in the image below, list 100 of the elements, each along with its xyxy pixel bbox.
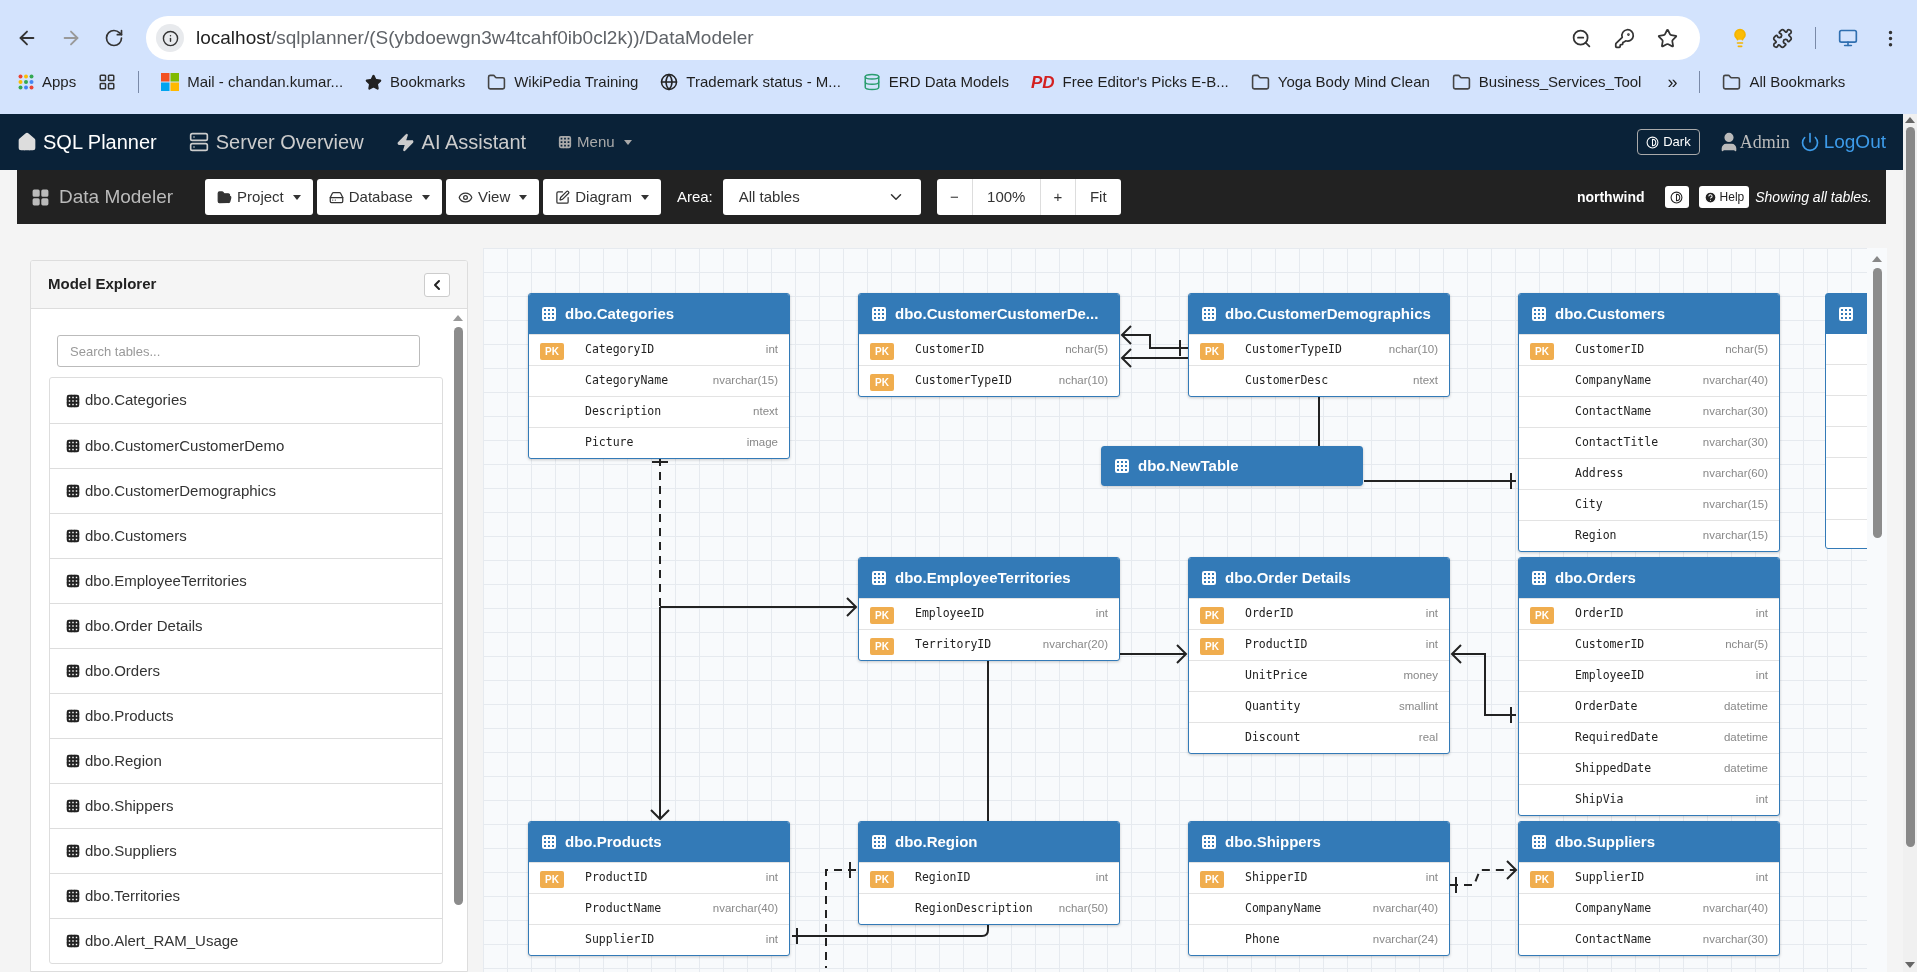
table-list-item[interactable]: dbo.Products	[50, 693, 442, 738]
bookmark[interactable]: Apps	[18, 70, 77, 94]
scroll-up-icon[interactable]	[1905, 117, 1915, 123]
table-card[interactable]: dbo.NewTable	[1101, 446, 1363, 486]
zoom-icon[interactable]	[1571, 27, 1592, 49]
reload-icon[interactable]	[104, 28, 124, 48]
table-card[interactable]: dbo.CustomerCustomerDe... PK CustomerID nchar(5) PK CustomerTypeID nchar(10)	[858, 293, 1120, 397]
bookmark[interactable]: Yoga Body Mind Clean	[1250, 70, 1430, 94]
zoom-in-button[interactable]: +	[1039, 179, 1076, 215]
toolbar-menu-button[interactable]: Project	[205, 179, 313, 215]
bookmark[interactable]: Mail - chandan.kumar...	[161, 70, 344, 94]
bookmark[interactable]: WikiPedia Training	[487, 70, 639, 94]
all-bookmarks[interactable]: All Bookmarks	[1722, 70, 1846, 94]
nav-link[interactable]: Server Overview	[188, 127, 364, 157]
column-name: CustomerID	[1575, 636, 1645, 654]
primary-key-badge: PK	[1200, 343, 1224, 360]
table-card[interactable]: dbo.Shippers PK ShipperID int CompanyName nvarchar(40) Phone nvarchar(24)	[1188, 821, 1450, 956]
bookmark[interactable]: ERD Data Models	[862, 70, 1009, 94]
column-type: int	[1755, 606, 1768, 622]
extensions-icon[interactable]	[1772, 27, 1793, 49]
primary-key-badge: PK	[1530, 607, 1554, 624]
scroll-up-icon[interactable]	[1872, 256, 1882, 262]
table-header[interactable]: dbo.Orders	[1519, 558, 1779, 598]
table-list-item[interactable]: dbo.Orders	[50, 648, 442, 693]
scroll-up-icon[interactable]	[453, 315, 463, 321]
toolbar-menu-button[interactable]: Diagram	[543, 179, 661, 215]
toolbar-menu-button[interactable]: View	[445, 179, 540, 215]
toolbar-menu-button[interactable]: Database	[316, 179, 442, 215]
table-list-item[interactable]: dbo.Alert_RAM_Usage	[50, 918, 442, 963]
table-card[interactable]: dbo.Region PK RegionID int RegionDescription nchar(50)	[858, 821, 1120, 925]
table-icon	[66, 664, 80, 678]
table-header[interactable]: dbo.Shippers	[1189, 822, 1449, 862]
table-list-item[interactable]: dbo.Territories	[50, 873, 442, 918]
table-header[interactable]: dbo.CustomerDemographics	[1189, 294, 1449, 334]
table-list-item[interactable]: dbo.Customers	[50, 513, 442, 558]
table-list-item[interactable]: dbo.Suppliers	[50, 828, 442, 873]
table-header[interactable]: dbo.Order Details	[1189, 558, 1449, 598]
table-name: dbo.CustomerCustomerDe...	[895, 303, 1099, 324]
site-info-icon[interactable]	[156, 24, 184, 52]
table-list-item[interactable]: dbo.Region	[50, 738, 442, 783]
table-card[interactable]: dbo.EmployeeTerritories PK EmployeeID int PK TerritoryID nvarchar(20)	[858, 557, 1120, 661]
table-header[interactable]: dbo.Region	[859, 822, 1119, 862]
scrollbar[interactable]	[1903, 114, 1917, 972]
brand-link[interactable]: SQL Planner	[17, 127, 157, 157]
table-header[interactable]: dbo.Categories	[529, 294, 789, 334]
address-bar[interactable]: localhost/sqlplanner/(S(ybdoewgn3w4tcahf0ib0cl2k))/DataModeler	[146, 16, 1700, 60]
scrollbar-thumb[interactable]	[1905, 127, 1915, 847]
bookmark[interactable]: Bookmarks	[365, 70, 466, 94]
area-select[interactable]: All tables	[722, 179, 921, 215]
bookmark[interactable]	[98, 73, 117, 91]
scrollbar-thumb[interactable]	[453, 327, 463, 905]
column-type: image	[746, 435, 778, 451]
folder-icon	[1250, 72, 1270, 92]
bookmark[interactable]: Business_Services_Tool	[1451, 70, 1642, 94]
table-card[interactable]: dbo.Products PK ProductID int ProductName nvarchar(40) SupplierID int	[528, 821, 790, 956]
table-list-item[interactable]: dbo.Categories	[50, 378, 442, 423]
table-list-item[interactable]: dbo.Shippers	[50, 783, 442, 828]
profile-icon[interactable]	[1838, 28, 1858, 48]
nav-link[interactable]: AI Assistant	[395, 127, 527, 157]
bookmark-star-icon[interactable]	[1657, 27, 1678, 49]
table-header[interactable]: dbo.Products	[529, 822, 789, 862]
table-icon	[66, 439, 80, 453]
table-card[interactable]: dbo.CustomerDemographics PK CustomerTypeID nchar(10) CustomerDesc ntext	[1188, 293, 1450, 397]
table-name: dbo.Suppliers	[1555, 831, 1655, 852]
key-icon[interactable]	[1614, 27, 1635, 49]
caret-icon	[623, 139, 632, 145]
bookmark[interactable]: PD Free Editor's Picks E-B...	[1030, 70, 1229, 94]
table-header[interactable]: dbo.CustomerCustomerDe...	[859, 294, 1119, 334]
column-name: Region	[1575, 527, 1617, 545]
table-header[interactable]: dbo.EmployeeTerritories	[859, 558, 1119, 598]
table-list-item[interactable]: dbo.CustomerCustomerDemo	[50, 423, 442, 468]
logout-link[interactable]: LogOut	[1799, 127, 1886, 157]
zoom-out-button[interactable]: −	[936, 179, 973, 215]
user-menu[interactable]: Admin	[1717, 128, 1790, 156]
column-name: CustomerDesc	[1245, 372, 1329, 390]
table-list-item[interactable]: dbo.EmployeeTerritories	[50, 558, 442, 603]
table-icon	[1114, 458, 1130, 474]
help-button[interactable]: Help	[1698, 186, 1750, 208]
bookmark[interactable]: Trademark status - M...	[660, 70, 841, 94]
theme-button[interactable]: Dark	[1637, 129, 1700, 155]
scrollbar[interactable]	[1867, 248, 1887, 972]
column-name: Phone	[1245, 931, 1280, 949]
table-header[interactable]: dbo.Customers	[1519, 294, 1779, 334]
scrollbar-thumb[interactable]	[1872, 268, 1882, 538]
contrast-button[interactable]	[1664, 186, 1689, 208]
menu-dropdown[interactable]: Menu	[558, 130, 632, 154]
diagram-canvas[interactable]	[483, 248, 1867, 972]
collapse-button[interactable]	[424, 272, 450, 297]
table-card[interactable]: dbo.Categories PK CategoryID int CategoryName nvarchar(15) Description ntext Picture image	[528, 293, 790, 459]
table-card[interactable]: dbo.Order Details PK OrderID int PK ProductID int UnitPrice money Quantity smallint Discount real	[1188, 557, 1450, 754]
search-field[interactable]: Search tables...	[57, 335, 420, 367]
scroll-down-icon[interactable]	[1905, 962, 1915, 968]
table-list-item[interactable]: dbo.Order Details	[50, 603, 442, 648]
table-card[interactable]: dbo.Orders PK OrderID int CustomerID nchar(5) EmployeeID int OrderDate datetime RequiredDate datetime ShippedDate datetime ShipVia int	[1518, 557, 1780, 816]
table-list-item[interactable]: dbo.CustomerDemographics	[50, 468, 442, 513]
bookmarks-overflow[interactable]: »	[1667, 68, 1678, 96]
table-card[interactable]: dbo.Suppliers PK SupplierID int CompanyName nvarchar(40) ContactName nvarchar(30)	[1518, 821, 1780, 956]
table-header[interactable]: dbo.Suppliers	[1519, 822, 1779, 862]
table-card[interactable]: dbo.Customers PK CustomerID nchar(5) CompanyName nvarchar(40) ContactName nvarchar(30) ContactTitle nvarchar(30) Address nvarchar(60) City nvarchar(15) Region nvarchar(15)	[1518, 293, 1780, 552]
fit-button[interactable]: Fit	[1075, 179, 1121, 215]
